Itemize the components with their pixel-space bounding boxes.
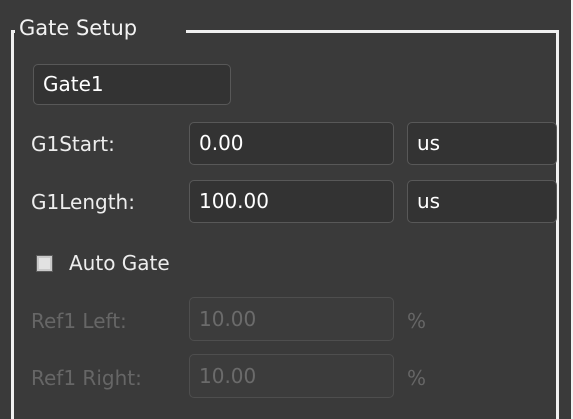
g1start-label: G1Start:: [31, 132, 115, 156]
g1length-input[interactable]: 100.00: [189, 180, 394, 223]
g1start-unit-field[interactable]: us: [407, 122, 557, 165]
ref1-left-unit: %: [407, 309, 427, 333]
g1length-unit-field[interactable]: us: [407, 180, 557, 223]
g1length-label: G1Length:: [31, 190, 135, 214]
ref1-left-input[interactable]: 10.00: [189, 297, 394, 341]
groupbox-border-left: [11, 30, 15, 419]
gate-setup-panel: Gate Setup Gate1 G1Start: 0.00 us G1Leng…: [0, 0, 573, 419]
ref1-left-label: Ref1 Left:: [31, 309, 127, 333]
ref1-right-input[interactable]: 10.00: [189, 354, 394, 398]
g1start-input[interactable]: 0.00: [189, 122, 394, 165]
ref1-right-label: Ref1 Right:: [31, 366, 142, 390]
auto-gate-label[interactable]: Auto Gate: [69, 245, 170, 281]
groupbox-title: Gate Setup: [19, 16, 138, 40]
ref1-right-unit: %: [407, 366, 427, 390]
checkbox-box-fill: [39, 258, 50, 269]
gate-selector-field[interactable]: Gate1: [33, 64, 231, 105]
auto-gate-checkbox[interactable]: [36, 255, 53, 272]
